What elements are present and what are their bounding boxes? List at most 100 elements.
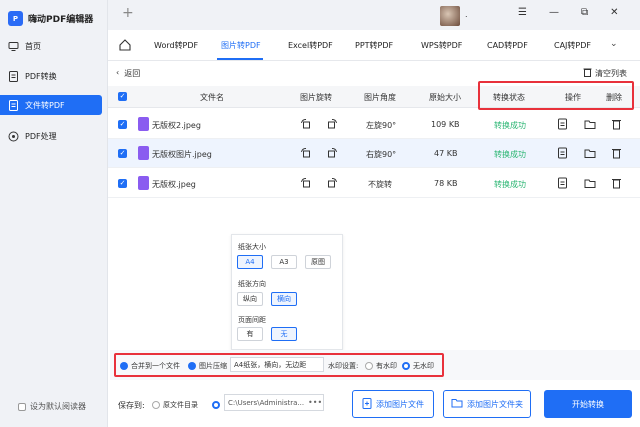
add-folder-button[interactable]: 添加图片文件夹 xyxy=(443,390,531,418)
source-dir-label: 原文件目录 xyxy=(163,401,198,409)
tab-image[interactable]: 图片转PDF xyxy=(221,40,261,51)
col-rotate: 图片旋转 xyxy=(300,93,332,102)
image-file-icon xyxy=(138,117,149,131)
default-reader-label: 设为默认阅读器 xyxy=(30,402,86,411)
footer: 保存到: 原文件目录 C:\Users\Administra... ••• 添加… xyxy=(108,380,640,427)
trash-icon[interactable] xyxy=(611,118,623,130)
row-checkbox[interactable]: ✓ xyxy=(118,149,127,158)
pdf-process-icon xyxy=(8,131,19,142)
file-size: 47 KB xyxy=(434,149,458,158)
minimize-icon[interactable]: — xyxy=(549,7,559,18)
title-bar: + . ☰ — ⧉ ✕ xyxy=(108,0,640,30)
custom-dir-radio[interactable] xyxy=(212,401,220,409)
source-dir-option[interactable]: 原文件目录 xyxy=(152,400,198,410)
margin-label: 页面间距 xyxy=(238,316,266,324)
image-angle: 右旋90° xyxy=(366,150,397,159)
rotate-right-icon[interactable] xyxy=(326,118,338,130)
select-all-checkbox[interactable]: ✓ xyxy=(118,92,127,101)
status-text: 转换成功 xyxy=(494,180,526,189)
col-filename: 文件名 xyxy=(200,93,224,102)
rotate-left-icon[interactable] xyxy=(300,118,312,130)
document-icon[interactable] xyxy=(557,147,569,159)
chevron-down-icon[interactable]: ⌄ xyxy=(610,39,618,49)
avatar[interactable] xyxy=(440,6,460,26)
tab-ppt[interactable]: PPT转PDF xyxy=(355,40,393,51)
close-icon[interactable]: ✕ xyxy=(610,7,618,18)
highlight-box-columns xyxy=(478,81,634,110)
username: . xyxy=(465,10,468,19)
default-reader-option[interactable]: 设为默认阅读器 xyxy=(18,401,86,412)
tab-excel[interactable]: Excel转PDF xyxy=(288,40,333,51)
rotate-left-icon[interactable] xyxy=(300,177,312,189)
paper-size-original[interactable]: 原图 xyxy=(305,255,331,269)
margin-yes[interactable]: 有 xyxy=(237,327,263,341)
tab-wps[interactable]: WPS转PDF xyxy=(421,40,462,51)
image-file-icon xyxy=(138,146,149,160)
trash-icon[interactable] xyxy=(611,147,623,159)
tool-tabs: Word转PDF 图片转PDF Excel转PDF PPT转PDF WPS转PD… xyxy=(108,30,640,61)
add-folder-icon xyxy=(451,398,463,410)
back-button[interactable]: ‹ 返回 xyxy=(116,68,140,79)
app-logo: P 嗨动PDF编辑器 xyxy=(8,11,93,26)
orientation-portrait[interactable]: 纵向 xyxy=(237,292,263,306)
orientation-landscape[interactable]: 横向 xyxy=(271,292,297,306)
pdf-convert-icon xyxy=(8,70,19,82)
sidebar-item-pdf-convert[interactable]: PDF转换 xyxy=(0,66,102,86)
sidebar: P 嗨动PDF编辑器 首页 PDF转换 文件转PDF PDF处理 设为默认阅读器 xyxy=(0,0,108,427)
menu-icon[interactable]: ☰ xyxy=(518,7,527,18)
folder-icon[interactable] xyxy=(584,118,596,130)
status-text: 转换成功 xyxy=(494,121,526,130)
add-image-label: 添加图片文件 xyxy=(376,399,424,409)
sidebar-item-home[interactable]: 首页 xyxy=(0,36,102,56)
file-size: 78 KB xyxy=(434,179,458,188)
document-icon[interactable] xyxy=(557,177,569,189)
margin-no[interactable]: 无 xyxy=(271,327,297,341)
table-row[interactable]: ✓ 无版权.jpeg 不旋转 78 KB 转换成功 xyxy=(108,169,640,198)
browse-more-icon[interactable]: ••• xyxy=(308,398,322,407)
add-file-icon xyxy=(362,397,372,411)
tab-cad[interactable]: CAD转PDF xyxy=(487,40,528,51)
highlight-box-options xyxy=(114,353,444,377)
folder-icon[interactable] xyxy=(584,177,596,189)
paper-size-a4[interactable]: A4 xyxy=(237,255,263,269)
save-to-label: 保存到: xyxy=(118,401,145,410)
start-convert-button[interactable]: 开始转换 xyxy=(544,390,632,418)
rotate-right-icon[interactable] xyxy=(326,177,338,189)
sidebar-item-label: 文件转PDF xyxy=(25,100,65,110)
row-checkbox[interactable]: ✓ xyxy=(118,120,127,129)
file-to-pdf-icon xyxy=(8,99,19,111)
rotate-right-icon[interactable] xyxy=(326,147,338,159)
file-size: 109 KB xyxy=(431,120,460,129)
clear-list-button[interactable]: 清空列表 xyxy=(583,67,627,79)
table-row[interactable]: ✓ 无版权图片.jpeg 右旋90° 47 KB 转换成功 xyxy=(108,139,640,168)
image-file-icon xyxy=(138,176,149,190)
home-icon[interactable] xyxy=(118,38,132,52)
trash-icon[interactable] xyxy=(611,177,623,189)
app-title: 嗨动PDF编辑器 xyxy=(28,15,94,25)
sidebar-item-label: 首页 xyxy=(25,41,41,51)
default-reader-checkbox[interactable] xyxy=(18,402,26,411)
table-row[interactable]: ✓ 无版权2.jpeg 左旋90° 109 KB 转换成功 xyxy=(108,110,640,139)
sidebar-item-file-to-pdf[interactable]: 文件转PDF xyxy=(0,95,102,115)
rotate-left-icon[interactable] xyxy=(300,147,312,159)
save-path-value: C:\Users\Administra... xyxy=(228,398,305,407)
row-checkbox[interactable]: ✓ xyxy=(118,179,127,188)
paper-size-a3[interactable]: A3 xyxy=(271,255,297,269)
active-tab-indicator xyxy=(217,58,263,60)
back-label: 返回 xyxy=(124,69,141,78)
sidebar-item-pdf-process[interactable]: PDF处理 xyxy=(0,126,102,146)
sidebar-item-label: PDF转换 xyxy=(25,71,57,81)
document-icon[interactable] xyxy=(557,118,569,130)
col-angle: 图片角度 xyxy=(364,93,396,102)
tab-caj[interactable]: CAJ转PDF xyxy=(554,40,591,51)
folder-icon[interactable] xyxy=(584,147,596,159)
logo-icon: P xyxy=(8,11,23,26)
add-folder-label: 添加图片文件夹 xyxy=(467,399,523,409)
add-image-button[interactable]: 添加图片文件 xyxy=(352,390,434,418)
tab-word[interactable]: Word转PDF xyxy=(154,40,198,51)
new-tab-plus-icon[interactable]: + xyxy=(122,5,134,21)
trash-icon xyxy=(583,67,592,79)
source-dir-radio[interactable] xyxy=(152,401,160,409)
col-size: 原始大小 xyxy=(429,93,461,102)
maximize-icon[interactable]: ⧉ xyxy=(581,7,588,18)
